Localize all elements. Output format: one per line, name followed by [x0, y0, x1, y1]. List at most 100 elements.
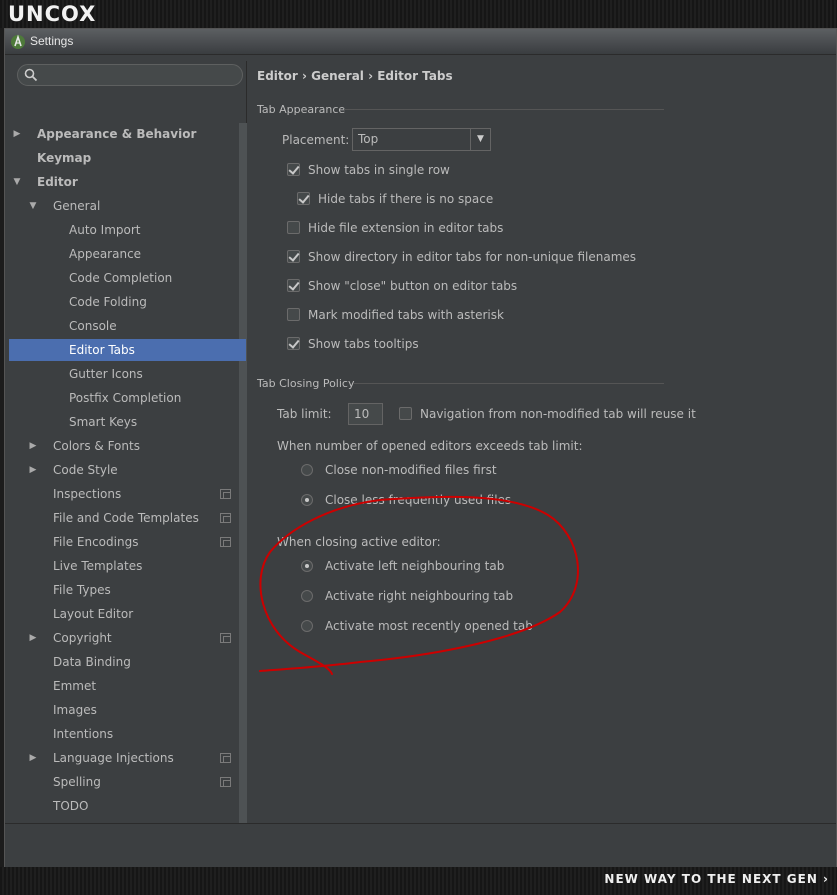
expand-down-icon[interactable]: ▼	[11, 171, 23, 193]
search-input[interactable]	[17, 64, 243, 86]
checkbox-checked[interactable]	[287, 279, 300, 292]
sidebar-item-general[interactable]: ▼ General	[9, 195, 246, 217]
tab-appearance-title: Tab Appearance	[257, 103, 346, 116]
checkbox-checked[interactable]	[287, 337, 300, 350]
expand-right-icon[interactable]: ▶	[11, 123, 23, 145]
expand-right-icon[interactable]: ▶	[27, 747, 39, 769]
sidebar-item-language-injections[interactable]: ▶ Language Injections	[9, 747, 246, 769]
sidebar-item-label: Emmet	[53, 679, 97, 693]
sidebar-item-label: File Types	[53, 583, 111, 597]
radio-selected[interactable]	[301, 494, 313, 506]
sidebar-item-label: Code Style	[53, 463, 118, 477]
sidebar-item-label: Intentions	[53, 727, 114, 741]
project-scope-icon	[220, 513, 231, 523]
settings-window: Settings ▶ Appearance & Behavior Keymap ▼ Ed…	[4, 28, 837, 867]
sidebar-item-file-and-code-templates[interactable]: File and Code Templates	[9, 507, 246, 529]
sidebar-item-auto-import[interactable]: Auto Import	[9, 219, 246, 241]
sidebar-item-label: File and Code Templates	[53, 511, 199, 525]
sidebar-item-live-templates[interactable]: Live Templates	[9, 555, 246, 577]
project-scope-icon	[220, 753, 231, 763]
sidebar-item-data-binding[interactable]: Data Binding	[9, 651, 246, 673]
sidebar-item-label: Inspections	[53, 487, 122, 501]
project-scope-icon	[220, 777, 231, 787]
sidebar-item-code-completion[interactable]: Code Completion	[9, 267, 246, 289]
sidebar-item-spelling[interactable]: Spelling	[9, 771, 246, 793]
option-label: Mark modified tabs with asterisk	[308, 308, 504, 322]
radio-unselected[interactable]	[301, 620, 313, 632]
title-bar: Settings	[5, 29, 836, 55]
sidebar-item-editor[interactable]: ▼ Editor	[9, 171, 246, 193]
sidebar-item-gutter-icons[interactable]: Gutter Icons	[9, 363, 246, 385]
sidebar-item-appearance-behavior[interactable]: ▶ Appearance & Behavior	[9, 123, 246, 145]
expand-right-icon[interactable]: ▶	[27, 459, 39, 481]
sidebar-item-code-folding[interactable]: Code Folding	[9, 291, 246, 313]
sidebar-item-keymap[interactable]: Keymap	[9, 147, 246, 169]
sidebar-item-label: Appearance	[69, 247, 142, 261]
radio-label: Close less frequently used files	[325, 493, 512, 507]
sidebar-item-label: Live Templates	[53, 559, 143, 573]
sidebar-item-intentions[interactable]: Intentions	[9, 723, 246, 745]
sidebar-item-label: Gutter Icons	[69, 367, 143, 381]
sidebar-item-editor-tabs[interactable]: Editor Tabs	[9, 339, 246, 361]
project-scope-icon	[220, 537, 231, 547]
project-scope-icon	[220, 633, 231, 643]
sidebar-item-layout-editor[interactable]: Layout Editor	[9, 603, 246, 625]
sidebar-item-smart-keys[interactable]: Smart Keys	[9, 411, 246, 433]
sidebar-item-copyright[interactable]: ▶ Copyright	[9, 627, 246, 649]
sidebar-item-label: Data Binding	[53, 655, 131, 669]
project-scope-icon	[220, 489, 231, 499]
tab-limit-input[interactable]: 10	[348, 403, 383, 425]
android-studio-icon	[11, 34, 25, 49]
checkbox-unchecked[interactable]	[287, 221, 300, 234]
radio-unselected[interactable]	[301, 590, 313, 602]
sidebar-item-label: Language Injections	[53, 751, 174, 765]
radio-unselected[interactable]	[301, 464, 313, 476]
sidebar-item-file-encodings[interactable]: File Encodings	[9, 531, 246, 553]
option-label: Show directory in editor tabs for non-un…	[308, 250, 637, 264]
editor-tabs-panel: Editor › General › Editor Tabs Tab Appea…	[249, 61, 836, 823]
radio-label: Close non-modified files first	[325, 463, 497, 477]
closing-active-label: When closing active editor:	[277, 535, 441, 549]
radio-selected[interactable]	[301, 560, 313, 572]
section-divider	[353, 383, 664, 384]
expand-down-icon[interactable]: ▼	[27, 195, 39, 217]
radio-label: Activate left neighbouring tab	[325, 559, 505, 573]
sidebar-item-label: TODO	[53, 799, 89, 813]
expand-right-icon[interactable]: ▶	[27, 627, 39, 649]
option-label: Show tabs tooltips	[308, 337, 419, 351]
sidebar-item-emmet[interactable]: Emmet	[9, 675, 246, 697]
sidebar-item-file-types[interactable]: File Types	[9, 579, 246, 601]
chevron-down-icon[interactable]: ▼	[470, 129, 490, 150]
sidebar-item-colors-fonts[interactable]: ▶ Colors & Fonts	[9, 435, 246, 457]
checkbox-unchecked[interactable]	[287, 308, 300, 321]
option-label: Show "close" button on editor tabs	[308, 279, 518, 293]
checkbox-box[interactable]	[399, 407, 412, 420]
sidebar-item-console[interactable]: Console	[9, 315, 246, 337]
section-divider	[344, 109, 664, 110]
sidebar-item-inspections[interactable]: Inspections	[9, 483, 246, 505]
tab-limit-label: Tab limit:	[277, 407, 332, 421]
sidebar-item-todo[interactable]: TODO	[9, 795, 246, 817]
tab-closing-title: Tab Closing Policy	[257, 377, 355, 390]
sidebar-item-label: File Encodings	[53, 535, 139, 549]
sidebar-item-label: Editor Tabs	[69, 343, 135, 357]
checkbox-checked[interactable]	[297, 192, 310, 205]
radio-label: Activate right neighbouring tab	[325, 589, 514, 603]
sidebar-item-images[interactable]: Images	[9, 699, 246, 721]
sidebar-item-label: Postfix Completion	[69, 391, 182, 405]
sidebar-item-postfix-completion[interactable]: Postfix Completion	[9, 387, 246, 409]
sidebar-item-label: Layout Editor	[53, 607, 134, 621]
sidebar-item-label: General	[53, 199, 101, 213]
sidebar-item-label: Images	[53, 703, 97, 717]
option-label: Show tabs in single row	[308, 163, 450, 177]
expand-right-icon[interactable]: ▶	[27, 435, 39, 457]
radio-label: Activate most recently opened tab	[325, 619, 533, 633]
checkbox-checked[interactable]	[287, 163, 300, 176]
sidebar-item-label: Console	[69, 319, 117, 333]
sidebar-item-code-style[interactable]: ▶ Code Style	[9, 459, 246, 481]
checkbox-checked[interactable]	[287, 250, 300, 263]
sidebar-item-appearance[interactable]: Appearance	[9, 243, 246, 265]
sidebar-item-label: Smart Keys	[69, 415, 138, 429]
sidebar-item-label: Editor	[37, 175, 78, 189]
placement-select[interactable]: Top ▼	[352, 128, 491, 151]
